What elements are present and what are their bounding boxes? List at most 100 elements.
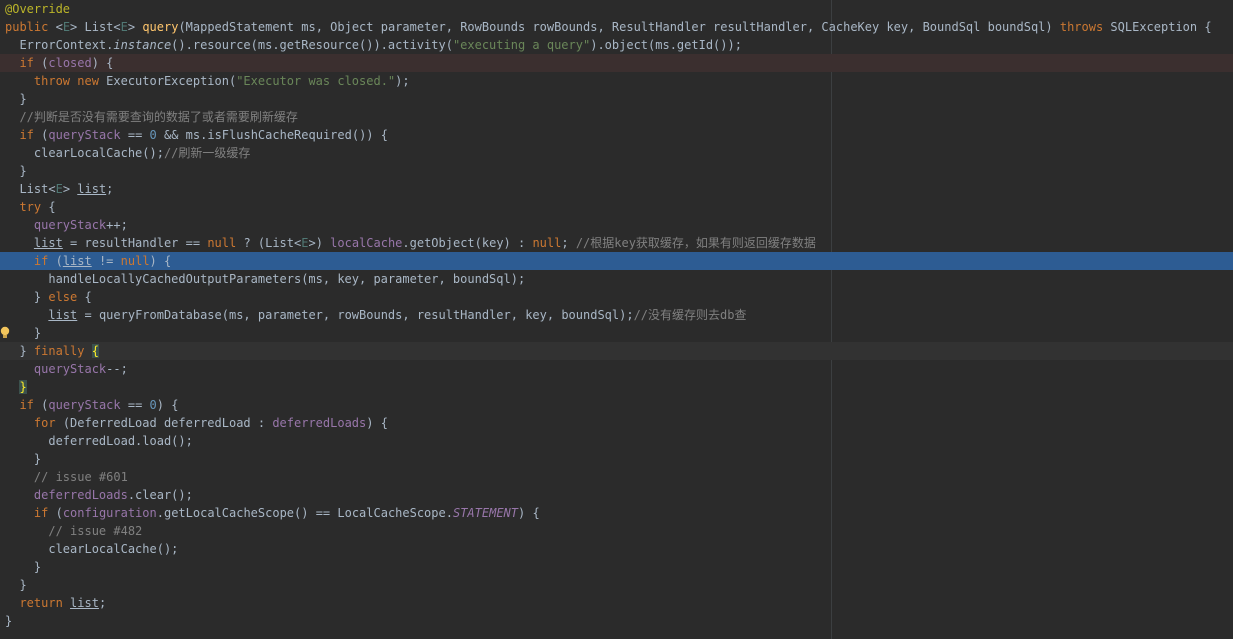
code-line[interactable]: if (configuration.getLocalCacheScope() =… — [0, 504, 1233, 522]
code-token: deferredLoad.load(); — [5, 434, 193, 448]
code-token: closed — [48, 56, 92, 70]
code-token: handleLocallyCachedOutputParameters(ms, … — [5, 272, 526, 286]
code-token: throws — [1059, 20, 1111, 34]
code-token: if — [33, 254, 56, 268]
code-token: // issue #601 — [5, 470, 128, 484]
code-token: try — [19, 200, 49, 214]
code-token: list — [77, 182, 107, 196]
code-token: E — [55, 182, 63, 196]
code-line[interactable]: // issue #482 — [0, 522, 1233, 540]
code-token: != — [91, 254, 121, 268]
code-token: list — [70, 596, 99, 610]
code-token: else — [48, 290, 85, 304]
code-line[interactable]: } — [0, 612, 1233, 630]
code-token: } — [5, 578, 27, 592]
code-line[interactable]: clearLocalCache();//刷新一级缓存 — [0, 144, 1233, 162]
code-line[interactable]: queryStack--; — [0, 360, 1233, 378]
code-line[interactable]: } — [0, 576, 1233, 594]
code-token: .getLocalCacheScope() == LocalCacheScope… — [156, 506, 453, 520]
code-line[interactable]: //判断是否没有需要查询的数据了或者需要刷新缓存 — [0, 108, 1233, 126]
code-line[interactable]: throw new ExecutorException("Executor wa… — [0, 72, 1233, 90]
code-token: //根据key获取缓存，如果有则返回缓存数据 — [575, 236, 816, 250]
code-token: deferredLoads — [33, 488, 128, 502]
code-token: ; — [561, 236, 576, 250]
code-line[interactable]: if (closed) { — [0, 54, 1233, 72]
code-token: .clear(); — [127, 488, 193, 502]
code-token: E — [120, 20, 128, 34]
code-line[interactable]: if (queryStack == 0) { — [0, 396, 1233, 414]
code-token: ( — [55, 254, 63, 268]
code-token: 0 — [149, 398, 157, 412]
code-token: < — [55, 20, 63, 34]
code-line[interactable]: list = queryFromDatabase(ms, parameter, … — [0, 306, 1233, 324]
code-token: queryStack — [33, 362, 107, 376]
code-line[interactable]: } finally { — [0, 342, 1233, 360]
code-token: null — [532, 236, 562, 250]
code-token: localCache — [330, 236, 403, 250]
code-token: ; — [98, 596, 107, 610]
code-line[interactable]: } — [0, 324, 1233, 342]
code-token: instance — [113, 38, 172, 52]
code-editor[interactable]: @Override public <E> List<E> query(Mapped… — [0, 0, 1233, 639]
code-token: queryStack — [48, 128, 128, 142]
code-token: } — [5, 344, 34, 358]
code-token: if — [19, 128, 42, 142]
code-line[interactable]: } — [0, 90, 1233, 108]
code-token: queryStack — [33, 218, 107, 232]
code-line[interactable]: list = resultHandler == null ? (List<E>)… — [0, 234, 1233, 252]
code-token: list — [33, 236, 63, 250]
code-token: STATEMENT — [452, 506, 518, 520]
code-line[interactable]: handleLocallyCachedOutputParameters(ms, … — [0, 270, 1233, 288]
lightbulb-icon[interactable] — [0, 325, 10, 341]
code-token: if — [19, 56, 42, 70]
code-token: list — [48, 308, 78, 322]
code-line[interactable]: } — [0, 162, 1233, 180]
code-line[interactable]: deferredLoads.clear(); — [0, 486, 1233, 504]
code-token: "executing a query" — [452, 38, 591, 52]
code-token: ErrorContext. — [5, 38, 114, 52]
code-line[interactable]: queryStack++; — [0, 216, 1233, 234]
code-token: return — [19, 596, 71, 610]
code-line[interactable]: } else { — [0, 288, 1233, 306]
code-line[interactable]: // issue #601 — [0, 468, 1233, 486]
code-line[interactable]: if (list != null) { — [0, 252, 1233, 270]
code-token: // issue #482 — [5, 524, 143, 538]
code-line[interactable]: @Override — [0, 0, 1233, 18]
code-line[interactable]: } — [0, 558, 1233, 576]
code-token: ( — [55, 506, 63, 520]
code-area[interactable]: @Override public <E> List<E> query(Mapped… — [0, 0, 1233, 630]
code-token: 0 — [149, 128, 164, 142]
code-line[interactable]: if (queryStack == 0 && ms.isFlushCacheRe… — [0, 126, 1233, 144]
code-line[interactable]: List<E> list; — [0, 180, 1233, 198]
code-line[interactable]: public <E> List<E> query(MappedStatement… — [0, 18, 1233, 36]
code-token: == — [127, 398, 150, 412]
code-token: "Executor was closed." — [236, 74, 396, 88]
code-token: E — [62, 20, 71, 34]
code-line[interactable]: deferredLoad.load(); — [0, 432, 1233, 450]
code-line[interactable]: ErrorContext.instance().resource(ms.getR… — [0, 36, 1233, 54]
code-token: ) { — [366, 416, 388, 430]
code-line[interactable]: } — [0, 378, 1233, 396]
code-token: ); — [395, 74, 410, 88]
code-line[interactable]: for (DeferredLoad deferredLoad : deferre… — [0, 414, 1233, 432]
code-line[interactable]: try { — [0, 198, 1233, 216]
code-line[interactable]: clearLocalCache(); — [0, 540, 1233, 558]
code-token: deferredLoads — [272, 416, 367, 430]
code-token: ) { — [518, 506, 540, 520]
code-token: ++; — [106, 218, 128, 232]
code-token: ).object(ms.getId()); — [590, 38, 742, 52]
code-line[interactable]: } — [0, 450, 1233, 468]
code-line[interactable]: return list; — [0, 594, 1233, 612]
code-token: } — [5, 614, 13, 628]
code-token: //没有缓存则去db查 — [633, 308, 747, 322]
code-token: } — [5, 560, 42, 574]
